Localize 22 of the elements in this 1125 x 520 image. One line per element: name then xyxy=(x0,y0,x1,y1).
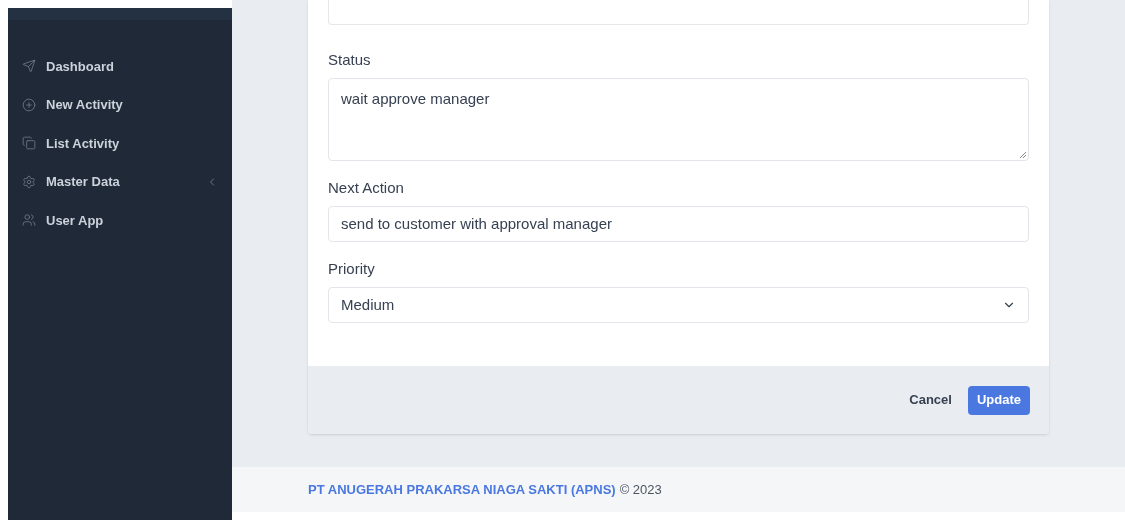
sidebar-item[interactable]: Master Data xyxy=(8,162,232,201)
company-link[interactable]: PT ANUGERAH PRAKARSA NIAGA SAKTI (APNS) xyxy=(308,479,616,500)
copyright-text: © 2023 xyxy=(619,480,662,499)
resize-handle-icon xyxy=(1020,152,1026,158)
sidebar-item[interactable]: List Activity xyxy=(8,124,232,163)
sidebar-item[interactable]: Dashboard xyxy=(8,47,232,86)
field-label: Next Action xyxy=(328,179,405,197)
settings-icon xyxy=(22,174,36,189)
field-label: Priority xyxy=(328,260,376,278)
select-field[interactable]: Medium xyxy=(328,287,1029,323)
copy-icon xyxy=(22,136,36,151)
cancel-button[interactable]: Cancel xyxy=(909,385,952,415)
users-icon xyxy=(22,213,36,228)
send-icon xyxy=(22,59,36,74)
field-label: Status xyxy=(328,51,372,69)
input-field[interactable]: send to customer with approval manager xyxy=(328,206,1029,242)
update-button[interactable]: Update xyxy=(967,385,1030,415)
plus-circle-icon xyxy=(22,97,36,112)
sidebar-item[interactable]: New Activity xyxy=(8,85,232,124)
input-field[interactable] xyxy=(328,0,1029,25)
sidebar-item[interactable]: User App xyxy=(8,201,232,240)
textarea-field[interactable]: wait approve manager xyxy=(328,78,1029,161)
